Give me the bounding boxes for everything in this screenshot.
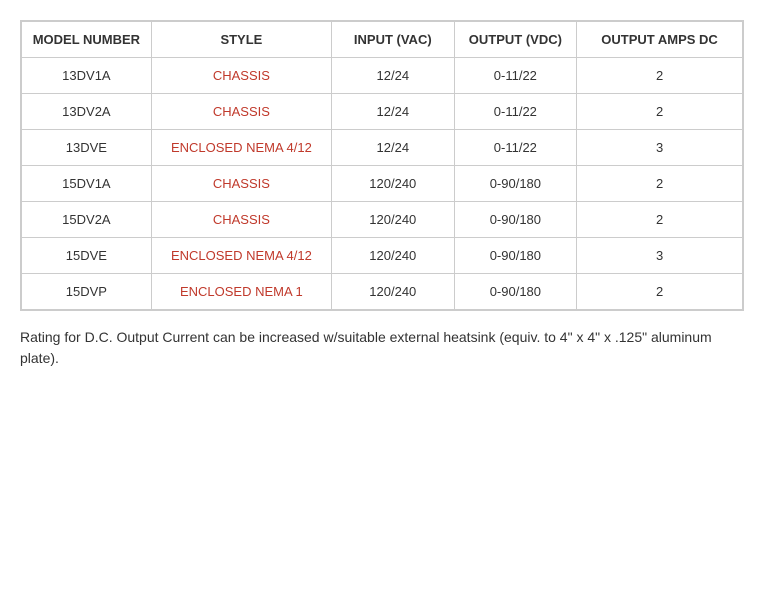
cell-model: 13DV2A: [22, 94, 152, 130]
cell-input: 120/240: [332, 166, 455, 202]
table-row: 13DV2ACHASSIS12/240-11/222: [22, 94, 743, 130]
header-style: STYLE: [151, 22, 331, 58]
cell-output: 0-90/180: [454, 238, 577, 274]
cell-amps: 2: [577, 274, 743, 310]
cell-model: 15DVP: [22, 274, 152, 310]
cell-style: ENCLOSED NEMA 4/12: [151, 130, 331, 166]
cell-amps: 2: [577, 58, 743, 94]
cell-output: 0-90/180: [454, 166, 577, 202]
table-row: 13DV1ACHASSIS12/240-11/222: [22, 58, 743, 94]
table-row: 15DVEENCLOSED NEMA 4/12120/2400-90/1803: [22, 238, 743, 274]
cell-style: ENCLOSED NEMA 4/12: [151, 238, 331, 274]
cell-style: CHASSIS: [151, 94, 331, 130]
table-header-row: MODEL NUMBER STYLE INPUT (VAC) OUTPUT (V…: [22, 22, 743, 58]
cell-style: CHASSIS: [151, 202, 331, 238]
cell-output: 0-11/22: [454, 94, 577, 130]
table-row: 15DV2ACHASSIS120/2400-90/1802: [22, 202, 743, 238]
cell-amps: 3: [577, 130, 743, 166]
header-amps: OUTPUT AMPS DC: [577, 22, 743, 58]
cell-input: 12/24: [332, 58, 455, 94]
cell-input: 120/240: [332, 202, 455, 238]
product-table: MODEL NUMBER STYLE INPUT (VAC) OUTPUT (V…: [21, 21, 743, 310]
cell-model: 15DV2A: [22, 202, 152, 238]
table-row: 15DV1ACHASSIS120/2400-90/1802: [22, 166, 743, 202]
cell-input: 12/24: [332, 94, 455, 130]
footer-note: Rating for D.C. Output Current can be in…: [20, 327, 744, 369]
cell-input: 120/240: [332, 238, 455, 274]
cell-style: ENCLOSED NEMA 1: [151, 274, 331, 310]
cell-amps: 2: [577, 166, 743, 202]
header-input: INPUT (VAC): [332, 22, 455, 58]
table-row: 15DVPENCLOSED NEMA 1120/2400-90/1802: [22, 274, 743, 310]
cell-amps: 2: [577, 94, 743, 130]
cell-amps: 2: [577, 202, 743, 238]
cell-amps: 3: [577, 238, 743, 274]
header-model: MODEL NUMBER: [22, 22, 152, 58]
cell-model: 13DV1A: [22, 58, 152, 94]
cell-output: 0-90/180: [454, 274, 577, 310]
table-row: 13DVEENCLOSED NEMA 4/1212/240-11/223: [22, 130, 743, 166]
cell-input: 120/240: [332, 274, 455, 310]
header-output: OUTPUT (VDC): [454, 22, 577, 58]
cell-style: CHASSIS: [151, 166, 331, 202]
cell-output: 0-11/22: [454, 58, 577, 94]
product-table-container: MODEL NUMBER STYLE INPUT (VAC) OUTPUT (V…: [20, 20, 744, 311]
cell-output: 0-11/22: [454, 130, 577, 166]
cell-model: 15DVE: [22, 238, 152, 274]
cell-style: CHASSIS: [151, 58, 331, 94]
cell-model: 13DVE: [22, 130, 152, 166]
cell-model: 15DV1A: [22, 166, 152, 202]
cell-output: 0-90/180: [454, 202, 577, 238]
cell-input: 12/24: [332, 130, 455, 166]
